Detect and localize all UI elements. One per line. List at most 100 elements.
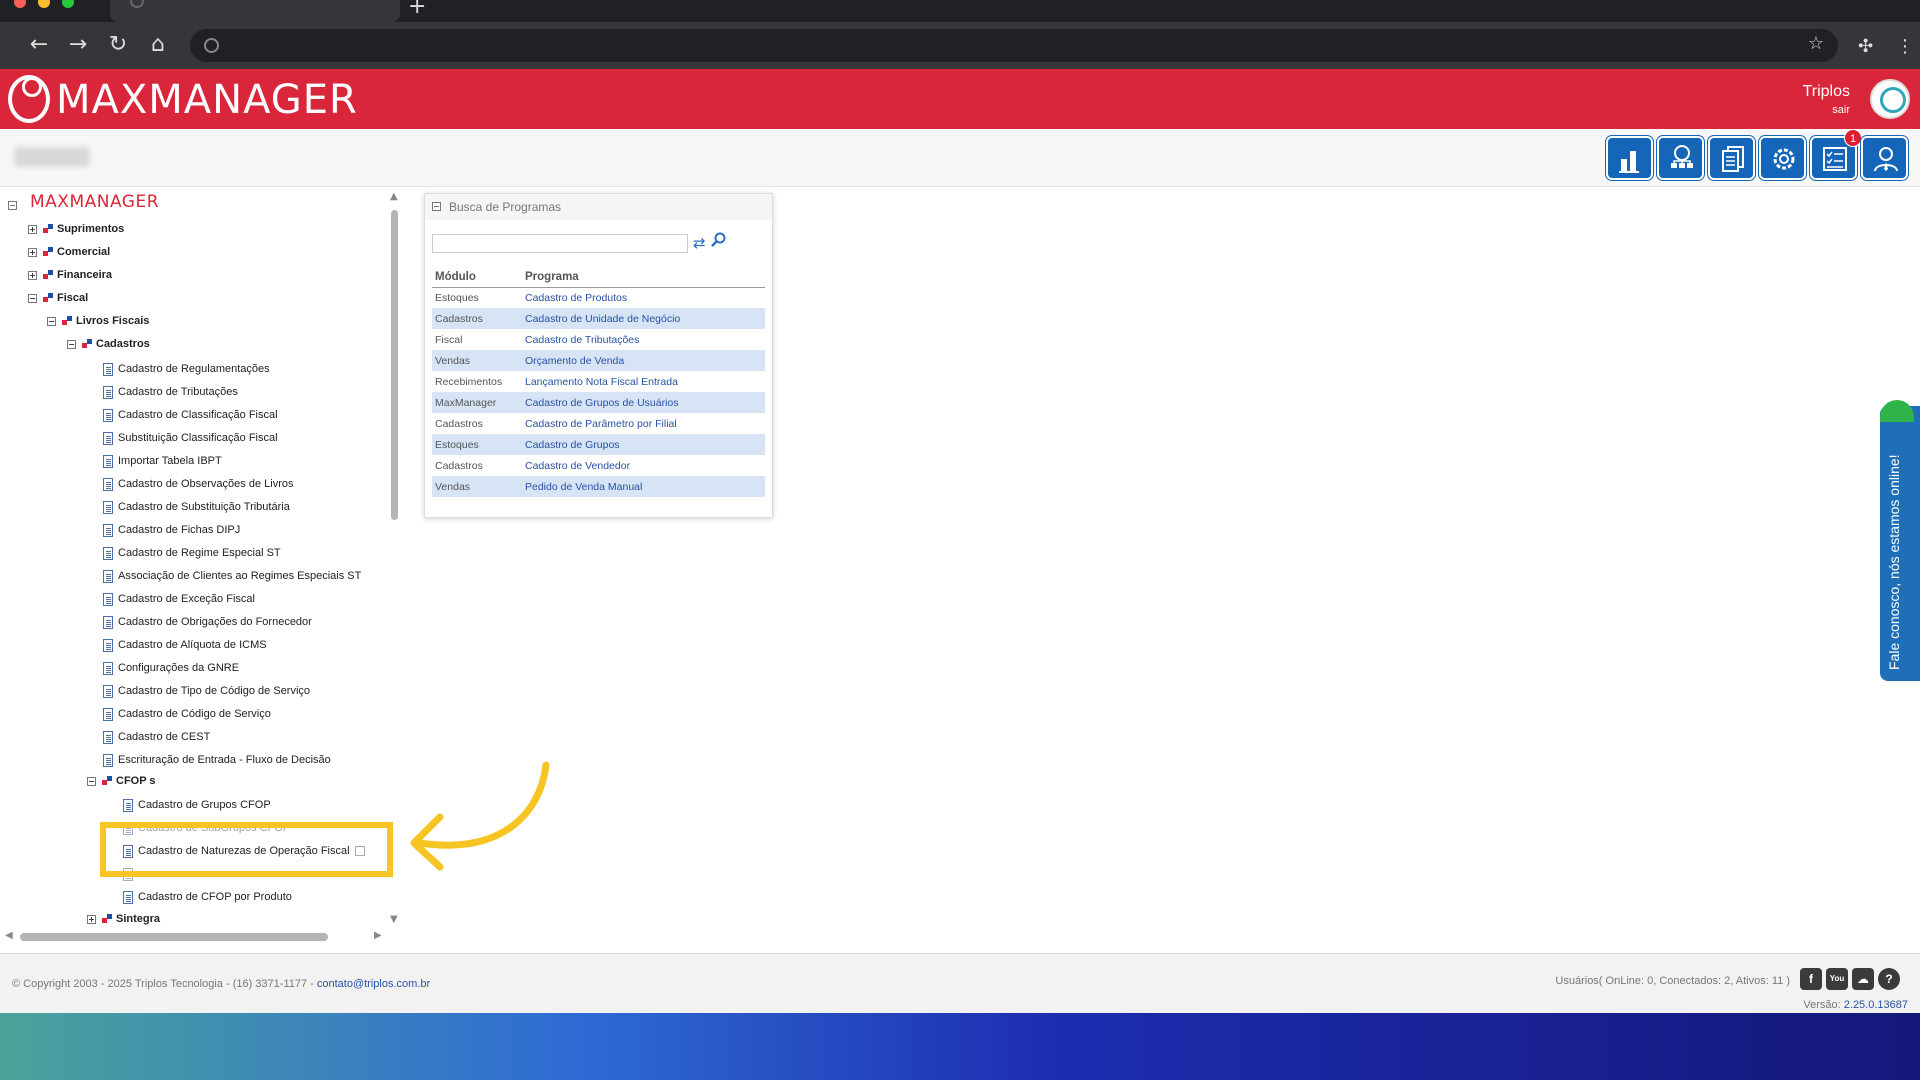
program-link[interactable]: Cadastro de Unidade de Negócio [522,308,765,329]
tree-module-3[interactable]: − Fiscal [28,289,88,307]
table-row[interactable]: Vendas Pedido de Venda Manual [432,476,765,497]
tree-cadastros[interactable]: − Cadastros [67,335,150,353]
horizontal-scrollbar[interactable] [20,933,328,941]
program-link[interactable]: Cadastro de Grupos [522,434,765,455]
table-row[interactable]: Vendas Orçamento de Venda [432,350,765,371]
scroll-up-arrow-icon[interactable]: ▲ [390,191,398,202]
reports-button[interactable] [1606,136,1653,180]
help-icon[interactable]: ? [1878,968,1900,990]
tree-cfop-item[interactable]: Cadastro de Grupos CFOP [123,796,271,814]
site-info-icon[interactable] [204,38,219,53]
collapse-icon[interactable]: − [8,200,17,210]
tree-cfop-item[interactable]: Cadastro de CFOP por Produto [123,888,292,906]
tree-program-item[interactable]: Importar Tabela IBPT [103,452,222,470]
browser-tab[interactable] [110,0,400,22]
address-bar[interactable]: ☆ [190,29,1838,62]
tree-program-item[interactable]: Cadastro de Regulamentações [103,360,270,378]
tree-module-2[interactable]: + Financeira [28,266,112,284]
documents-button[interactable] [1708,136,1755,180]
program-link[interactable]: Orçamento de Venda [522,350,765,371]
home-icon[interactable]: ⌂ [143,30,173,60]
minimize-window-button[interactable] [38,0,50,8]
tree-program-item[interactable]: Cadastro de Tributações [103,383,238,401]
expand-icon[interactable]: + [28,224,37,234]
tree-program-item[interactable]: Cadastro de Substituição Tributária [103,498,290,516]
table-row[interactable]: Estoques Cadastro de Grupos [432,434,765,455]
program-link[interactable]: Cadastro de Tributações [522,329,765,350]
table-row[interactable]: MaxManager Cadastro de Grupos de Usuários [432,392,765,413]
program-link[interactable]: Cadastro de Produtos [522,287,765,308]
tree-program-item[interactable]: Cadastro de Fichas DIPJ [103,521,240,539]
table-row[interactable]: Cadastros Cadastro de Parâmetro por Filia… [432,413,765,434]
collapse-icon[interactable]: − [432,202,441,211]
reload-icon[interactable]: ↻ [103,30,133,60]
tree-program-item[interactable]: Substituição Classificação Fiscal [103,429,278,447]
program-link[interactable]: Cadastro de Grupos de Usuários [522,392,765,413]
tree-cfops[interactable]: − CFOP s [87,772,156,790]
tree-module-0[interactable]: + Suprimentos [28,220,124,238]
tree-program-item[interactable]: Cadastro de CEST [103,728,210,746]
tree-program-item[interactable]: Associação de Clientes ao Regimes Especi… [103,567,361,585]
tree-program-item[interactable]: Cadastro de Tipo de Código de Serviço [103,682,310,700]
program-link[interactable]: Pedido de Venda Manual [522,476,765,497]
browser-menu-icon[interactable]: ⋮ [1896,36,1914,57]
contact-email-link[interactable]: contato@triplos.com.br [317,978,430,990]
bookmark-star-icon[interactable]: ☆ [1808,33,1824,54]
tree-program-item[interactable]: Configurações da GNRE [103,659,239,677]
tree-program-label: Cadastro de Regulamentações [118,363,270,375]
scroll-left-arrow-icon[interactable]: ◀ [5,930,13,941]
search-icon[interactable] [711,232,727,248]
chat-label[interactable]: Fale conosco, nós estamos online! [1886,454,1902,670]
refresh-icon[interactable]: ⇄ [693,234,706,252]
tree-program-item[interactable]: Cadastro de Observações de Livros [103,475,293,493]
collapse-icon[interactable]: − [28,293,37,303]
expand-icon[interactable]: + [28,270,37,280]
tasks-button[interactable]: 1 [1810,129,1862,180]
tree-program-item[interactable]: Escrituração de Entrada - Fluxo de Decis… [103,751,331,769]
program-link[interactable]: Lançamento Nota Fiscal Entrada [522,371,765,392]
table-row[interactable]: Cadastros Cadastro de Vendedor [432,455,765,476]
new-tab-icon[interactable]: + [408,0,426,19]
logout-link[interactable]: sair [1832,104,1850,116]
scroll-right-arrow-icon[interactable]: ▶ [374,930,382,941]
youtube-icon[interactable]: You [1826,968,1848,990]
collapse-icon[interactable]: − [47,316,56,326]
tree-program-item[interactable]: Cadastro de Exceção Fiscal [103,590,255,608]
program-link[interactable]: Cadastro de Parâmetro por Filial [522,413,765,434]
settings-button[interactable] [1759,136,1806,180]
facebook-icon[interactable]: f [1800,968,1822,990]
expand-icon[interactable]: + [28,247,37,257]
tree-module-1[interactable]: + Comercial [28,243,110,261]
cloud-icon[interactable]: ☁ [1852,968,1874,990]
tree-livros-fiscais[interactable]: − Livros Fiscais [47,312,149,330]
user-support-button[interactable] [1861,136,1908,180]
table-row[interactable]: Recebimentos Lançamento Nota Fiscal Entra… [432,371,765,392]
collapse-icon[interactable]: − [67,339,76,349]
table-row[interactable]: Estoques Cadastro de Produtos [432,287,765,308]
close-window-button[interactable] [14,0,26,8]
vertical-scrollbar[interactable] [391,210,398,520]
table-row[interactable]: Cadastros Cadastro de Unidade de Negócio [432,308,765,329]
network-button[interactable] [1657,136,1704,180]
expand-icon[interactable]: + [87,914,96,924]
module-icon [102,914,112,924]
extensions-puzzle-icon[interactable]: ✣ [1858,36,1873,57]
tree-root[interactable]: − [8,196,23,214]
tree-program-item[interactable]: Cadastro de Regime Especial ST [103,544,281,562]
company-avatar[interactable] [1870,79,1910,119]
tree-program-item[interactable]: Cadastro de Código de Serviço [103,705,271,723]
collapse-icon[interactable]: − [87,776,96,786]
tree-program-item[interactable]: Cadastro de Alíquota de ICMS [103,636,267,654]
tree-sintegra[interactable]: + Sintegra [87,910,160,928]
blurred-label [14,147,90,167]
program-search-input[interactable] [432,234,688,253]
tree-program-item[interactable]: Cadastro de Obrigações do Fornecedor [103,613,312,631]
program-link[interactable]: Cadastro de Vendedor [522,455,765,476]
maximize-window-button[interactable] [62,0,74,8]
forward-arrow-icon[interactable]: → [63,30,93,60]
panel-header[interactable]: − Busca de Programas [425,194,772,220]
tree-program-item[interactable]: Cadastro de Classificação Fiscal [103,406,278,424]
scroll-down-arrow-icon[interactable]: ▼ [390,914,398,925]
table-row[interactable]: Fiscal Cadastro de Tributações [432,329,765,350]
back-arrow-icon[interactable]: ← [24,30,54,60]
